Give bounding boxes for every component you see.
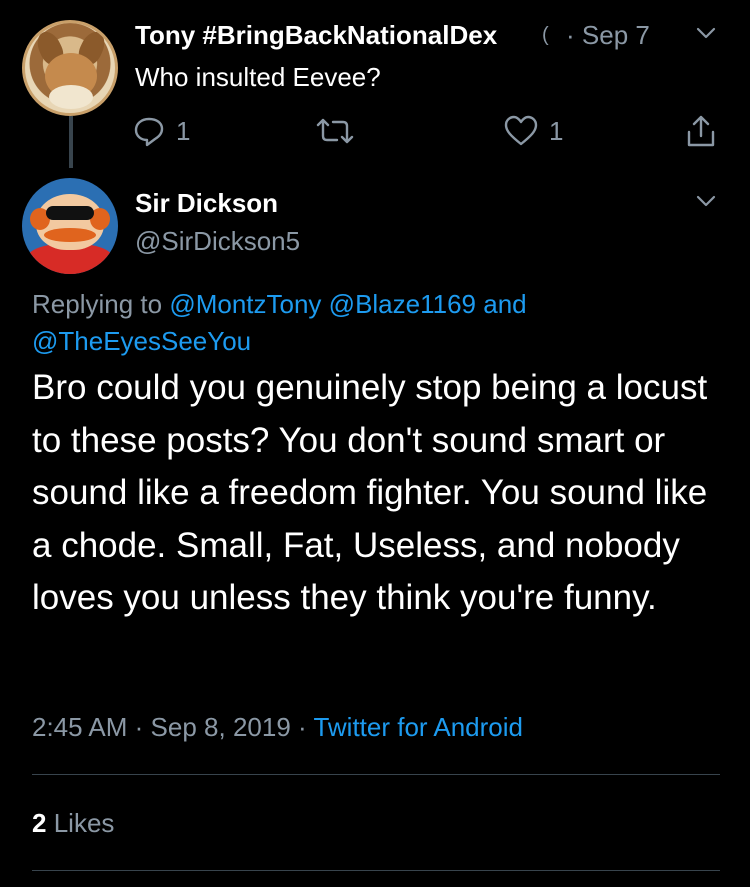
replying-prefix: Replying to [32, 289, 163, 319]
like-button[interactable]: 1 [503, 114, 563, 148]
share-button[interactable] [686, 114, 716, 148]
author-name[interactable]: Sir Dickson [135, 188, 278, 219]
reply-icon [132, 114, 166, 148]
chevron-down-icon[interactable] [695, 190, 717, 212]
likes-summary[interactable]: 2 Likes [32, 808, 114, 839]
tweet-text: Who insulted Eevee? [135, 62, 381, 92]
tweet-meta: 2:45 AM · Sep 8, 2019 · Twitter for Andr… [32, 712, 523, 743]
avatar[interactable] [22, 20, 118, 116]
retweet-icon [315, 114, 355, 148]
like-count: 1 [549, 115, 564, 146]
badge-icon: ( [542, 24, 549, 46]
author-name[interactable]: Tony #BringBackNationalDex [135, 20, 497, 51]
date-text[interactable]: Sep 7 [582, 20, 650, 50]
divider [32, 870, 720, 871]
reply-button[interactable]: 1 [132, 114, 190, 148]
tweet-date: Sep 8, 2019 [150, 712, 291, 742]
share-icon [686, 114, 716, 148]
heart-icon [503, 114, 539, 148]
mention-link[interactable]: @TheEyesSeeYou [32, 326, 251, 356]
separator: · [566, 20, 575, 50]
mention-link[interactable]: @MontzTony [169, 289, 321, 319]
avatar[interactable] [22, 178, 118, 274]
mention-link[interactable]: @Blaze1169 [329, 289, 476, 319]
tweet-date[interactable]: · Sep 7 [566, 20, 650, 51]
tweet-source[interactable]: Twitter for Android [313, 712, 523, 742]
tweet-text: Bro could you genuinely stop being a loc… [32, 368, 708, 617]
chevron-down-icon[interactable] [695, 22, 717, 44]
mention-and: and [483, 289, 527, 319]
replying-to: Replying to @MontzTony @Blaze1169 and @T… [32, 286, 732, 360]
reply-count: 1 [176, 115, 191, 146]
likes-label: Likes [53, 808, 115, 838]
separator: · [298, 712, 307, 742]
retweet-button[interactable] [315, 114, 355, 148]
likes-count: 2 [32, 808, 47, 838]
author-handle[interactable]: @SirDickson5 [135, 226, 300, 257]
tweet-time: 2:45 AM [32, 712, 128, 742]
separator: · [134, 712, 144, 742]
divider [32, 774, 720, 775]
thread-line [69, 116, 73, 168]
